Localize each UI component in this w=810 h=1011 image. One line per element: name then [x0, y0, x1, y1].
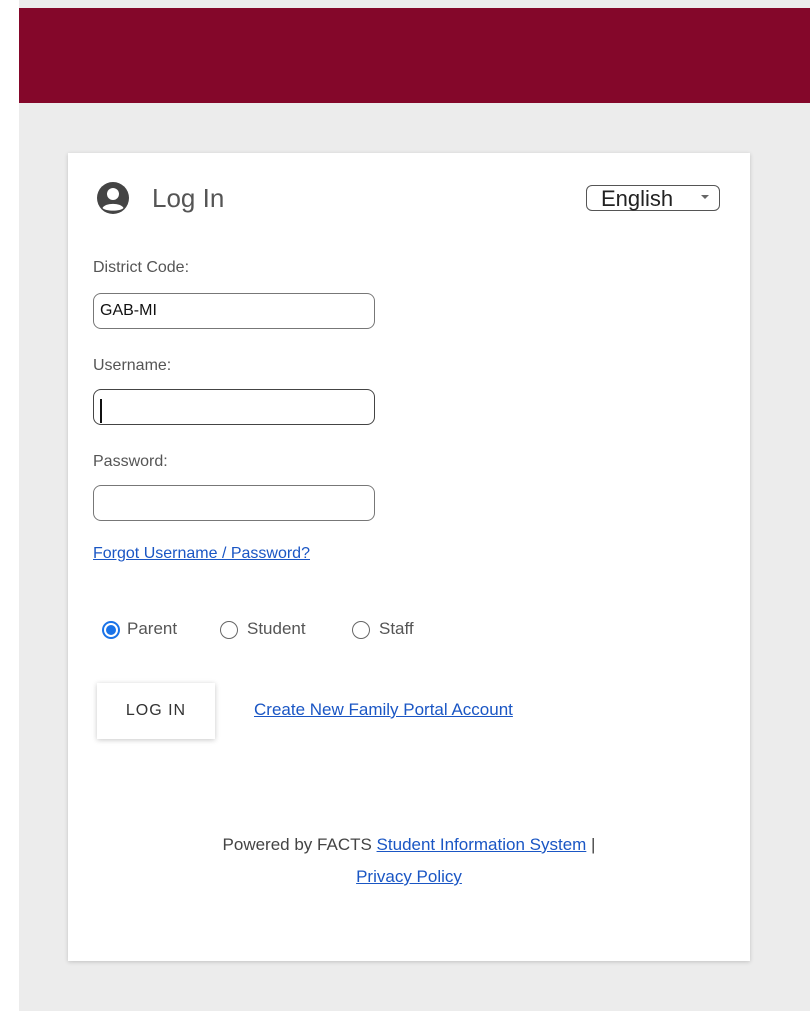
- footer-line-1: Powered by FACTS Student Information Sys…: [68, 829, 750, 861]
- role-label-staff: Staff: [379, 619, 414, 638]
- username-field[interactable]: [93, 389, 375, 425]
- district-code-field[interactable]: [93, 293, 375, 329]
- chevron-down-icon: [701, 195, 709, 199]
- footer-separator: |: [586, 835, 596, 854]
- password-field[interactable]: [93, 485, 375, 521]
- role-radio-parent[interactable]: [102, 621, 120, 639]
- user-circle-icon: [97, 182, 129, 214]
- login-card: Log In English District Code: Username: …: [68, 153, 750, 961]
- page-title: Log In: [152, 183, 225, 213]
- text-cursor: [100, 399, 102, 423]
- header-bar: [19, 8, 810, 103]
- role-label-parent: Parent: [127, 619, 178, 638]
- powered-by-text: Powered by FACTS: [222, 835, 377, 854]
- privacy-policy-link[interactable]: Privacy Policy: [356, 867, 462, 886]
- password-label: Password:: [93, 453, 168, 470]
- sis-link[interactable]: Student Information System: [377, 835, 587, 854]
- role-radio-staff[interactable]: [352, 621, 370, 639]
- role-label-student: Student: [247, 619, 306, 638]
- footer: Powered by FACTS Student Information Sys…: [68, 829, 750, 893]
- forgot-credentials-link[interactable]: Forgot Username / Password?: [93, 544, 310, 564]
- language-selected-value: English: [601, 186, 674, 211]
- username-label: Username:: [93, 357, 172, 374]
- create-account-link[interactable]: Create New Family Portal Account: [254, 699, 513, 721]
- district-code-label: District Code:: [93, 259, 190, 276]
- language-select[interactable]: English: [586, 185, 720, 211]
- footer-line-2: Privacy Policy: [68, 861, 750, 893]
- role-radio-student[interactable]: [220, 621, 238, 639]
- login-button[interactable]: LOG IN: [97, 683, 215, 739]
